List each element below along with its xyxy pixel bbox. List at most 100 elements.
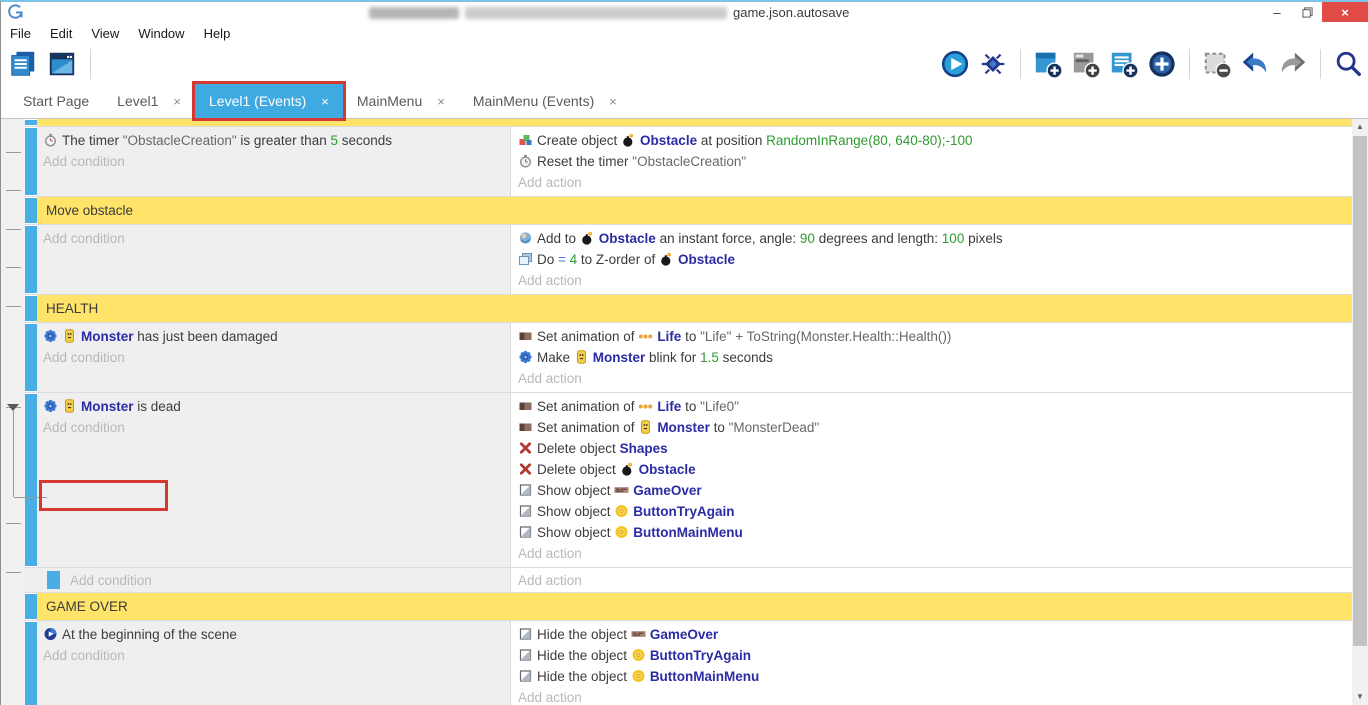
menu-help[interactable]: Help xyxy=(204,26,231,41)
action-line[interactable]: Set animation of Life to "Life0" xyxy=(518,396,1346,417)
event-row[interactable]: The timer "ObstacleCreation" is greater … xyxy=(25,127,1352,197)
restore-button[interactable] xyxy=(1292,2,1322,22)
add-action-button[interactable]: Add action xyxy=(518,573,582,588)
redo-button[interactable] xyxy=(1278,49,1308,79)
comment-row[interactable]: Move obstacle xyxy=(25,197,1352,225)
comment-row-partial[interactable] xyxy=(25,119,1352,127)
project-manager-icon xyxy=(8,49,38,79)
event-row[interactable]: Monster has just been damagedAdd conditi… xyxy=(25,323,1352,393)
tab-close-icon[interactable]: × xyxy=(321,94,329,109)
comment-row[interactable]: GAME OVER xyxy=(25,593,1352,621)
action-line[interactable]: Create object Obstacle at position Rando… xyxy=(518,130,1346,151)
vertical-scrollbar[interactable]: ▲ ▼ xyxy=(1352,119,1368,705)
condition-line[interactable]: At the beginning of the scene xyxy=(43,624,504,645)
text-segment: Monster xyxy=(593,350,646,365)
action-line[interactable]: Hide the object ButtonTryAgain xyxy=(518,645,1346,666)
action-line[interactable]: Hide the object GameOver xyxy=(518,624,1346,645)
minimize-button[interactable]: – xyxy=(1262,2,1292,22)
add-condition-button[interactable]: Add condition xyxy=(43,151,504,172)
close-button[interactable]: × xyxy=(1322,2,1368,22)
event-row[interactable]: Monster is deadAdd condition Set animatio… xyxy=(25,393,1352,568)
tab-level1-events[interactable]: Level1 (Events) × xyxy=(195,84,343,118)
scroll-up-arrow-icon[interactable]: ▲ xyxy=(1352,120,1368,134)
menu-window[interactable]: Window xyxy=(138,26,184,41)
tab-start-page[interactable]: Start Page xyxy=(9,84,103,118)
play-button[interactable] xyxy=(940,49,970,79)
action-line[interactable]: Set animation of Monster to "MonsterDead… xyxy=(518,417,1346,438)
event-handle[interactable] xyxy=(25,226,37,293)
add-action-button[interactable]: Add action xyxy=(518,172,1346,193)
comment-cell[interactable]: Move obstacle xyxy=(37,197,1352,224)
tab-close-icon[interactable]: × xyxy=(173,94,181,109)
event-row[interactable]: Add condition Add to Obstacle an instant … xyxy=(25,225,1352,295)
event-handle[interactable] xyxy=(25,198,37,223)
text-segment: GameOver xyxy=(633,483,701,498)
tab-close-icon[interactable]: × xyxy=(609,94,617,109)
add-condition-button[interactable]: Add condition xyxy=(43,417,504,438)
add-action-button[interactable]: Add action xyxy=(518,270,1346,291)
play-icon xyxy=(940,49,970,79)
tab-mainmenu-events[interactable]: MainMenu (Events) × xyxy=(459,84,631,118)
event-handle[interactable] xyxy=(25,394,37,566)
add-action-button[interactable]: Add action xyxy=(518,543,1346,564)
project-manager-button[interactable] xyxy=(8,49,38,79)
text-segment: Show object xyxy=(537,483,614,498)
add-condition-button[interactable]: Add condition xyxy=(43,347,504,368)
add-action-button[interactable]: Add action xyxy=(518,687,1346,705)
event-handle[interactable] xyxy=(25,324,37,391)
comment-row[interactable]: HEALTH xyxy=(25,295,1352,323)
menu-file[interactable]: File xyxy=(10,26,31,41)
menu-edit[interactable]: Edit xyxy=(50,26,72,41)
add-other-button[interactable] xyxy=(1147,49,1177,79)
text-segment: "Life0" xyxy=(700,399,739,414)
delete-event-button[interactable] xyxy=(1202,49,1232,79)
condition-line[interactable]: The timer "ObstacleCreation" is greater … xyxy=(43,130,504,151)
actions-cell: Set animation of Life to "Life" + ToStri… xyxy=(511,323,1352,392)
event-handle[interactable] xyxy=(25,120,37,125)
action-line[interactable]: Do = 4 to Z-order of Obstacle xyxy=(518,249,1346,270)
text-segment: 100 xyxy=(942,231,965,246)
action-line[interactable]: Delete object Shapes xyxy=(518,438,1346,459)
event-row[interactable]: At the beginning of the sceneAdd conditi… xyxy=(25,621,1352,705)
action-line[interactable]: Make Monster blink for 1.5 seconds xyxy=(518,347,1346,368)
empty-subevent-row[interactable]: Add condition Add action xyxy=(25,568,1352,593)
tab-close-icon[interactable]: × xyxy=(437,94,445,109)
add-condition-button[interactable]: Add condition xyxy=(43,645,504,666)
add-condition-button[interactable]: Add condition xyxy=(70,573,152,588)
add-comment-button[interactable] xyxy=(1109,49,1139,79)
tab-mainmenu[interactable]: MainMenu × xyxy=(343,84,459,118)
add-subevent-button[interactable] xyxy=(1071,49,1101,79)
text-segment: Do xyxy=(537,252,558,267)
action-line[interactable]: Show object ButtonMainMenu xyxy=(518,522,1346,543)
add-condition-button[interactable]: Add condition xyxy=(43,228,504,249)
scroll-down-arrow-icon[interactable]: ▼ xyxy=(1352,690,1368,704)
action-line[interactable]: Add to Obstacle an instant force, angle:… xyxy=(518,228,1346,249)
event-handle[interactable] xyxy=(25,128,37,195)
event-handle[interactable] xyxy=(25,296,37,321)
search-button[interactable] xyxy=(1333,49,1363,79)
add-event-button[interactable] xyxy=(1033,49,1063,79)
condition-line[interactable]: Monster is dead xyxy=(43,396,504,417)
event-handle[interactable] xyxy=(25,594,37,619)
text-segment: 5 xyxy=(330,133,338,148)
action-line[interactable]: Show object GameOver xyxy=(518,480,1346,501)
scene-editor-button[interactable] xyxy=(47,49,77,79)
action-line[interactable]: Show object ButtonTryAgain xyxy=(518,501,1346,522)
subevent-handle[interactable] xyxy=(47,571,60,589)
event-handle[interactable] xyxy=(25,622,37,705)
action-line[interactable]: Reset the timer "ObstacleCreation" xyxy=(518,151,1346,172)
debug-button[interactable] xyxy=(978,49,1008,79)
tab-level1[interactable]: Level1 × xyxy=(103,84,195,118)
action-line[interactable]: Delete object Obstacle xyxy=(518,459,1346,480)
debug-icon xyxy=(978,49,1008,79)
comment-cell[interactable]: HEALTH xyxy=(37,295,1352,322)
scrollbar-thumb[interactable] xyxy=(1353,136,1367,646)
action-line[interactable]: Hide the object ButtonMainMenu xyxy=(518,666,1346,687)
add-action-button[interactable]: Add action xyxy=(518,368,1346,389)
action-line[interactable]: Set animation of Life to "Life" + ToStri… xyxy=(518,326,1346,347)
text-segment: pixels xyxy=(964,231,1002,246)
condition-line[interactable]: Monster has just been damaged xyxy=(43,326,504,347)
undo-button[interactable] xyxy=(1240,49,1270,79)
comment-cell[interactable]: GAME OVER xyxy=(37,593,1352,620)
menu-view[interactable]: View xyxy=(91,26,119,41)
